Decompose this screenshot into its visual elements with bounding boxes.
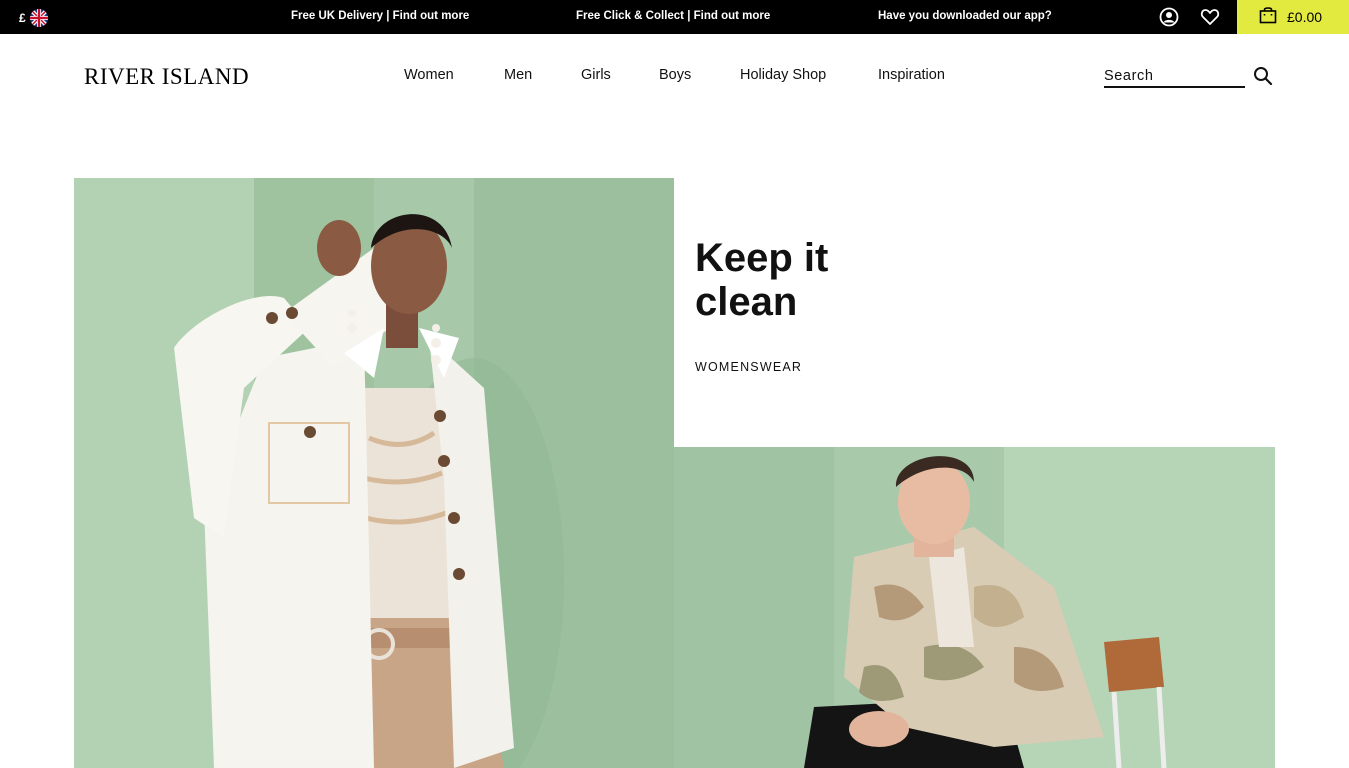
- womenswear-link[interactable]: WOMENSWEAR: [695, 360, 802, 374]
- nav-women[interactable]: Women: [404, 67, 454, 83]
- site-logo[interactable]: RIVER ISLAND: [84, 64, 249, 90]
- heart-icon[interactable]: [1200, 7, 1220, 27]
- nav-boys[interactable]: Boys: [659, 67, 691, 83]
- nav-girls[interactable]: Girls: [581, 67, 611, 83]
- account-icon[interactable]: [1159, 7, 1179, 27]
- nav-holiday-shop[interactable]: Holiday Shop: [740, 67, 826, 83]
- search-icon[interactable]: [1253, 66, 1273, 86]
- menswear-hero-image[interactable]: [674, 447, 1275, 768]
- bag-total: £0.00: [1287, 9, 1323, 25]
- shopping-bag-icon: [1259, 6, 1277, 29]
- search-input[interactable]: [1104, 66, 1245, 88]
- shopping-bag-button[interactable]: £0.00: [1237, 0, 1349, 34]
- promo-free-delivery[interactable]: Free UK Delivery | Find out more: [291, 10, 469, 22]
- womenswear-hero-image[interactable]: [74, 178, 674, 768]
- hero-title-line-1: Keep it: [695, 236, 829, 280]
- nav-men[interactable]: Men: [504, 67, 532, 83]
- currency-symbol: £: [19, 11, 26, 25]
- top-promo-bar: £ Free UK Delivery | Find out more Free …: [0, 0, 1349, 34]
- promo-click-collect[interactable]: Free Click & Collect | Find out more: [576, 10, 770, 22]
- hero-title-line-2: clean: [695, 280, 798, 324]
- search-bar: [1104, 64, 1276, 90]
- uk-flag-icon: [29, 9, 48, 27]
- nav-inspiration[interactable]: Inspiration: [878, 67, 945, 83]
- hero-title: Keep it clean: [695, 236, 995, 324]
- promo-download-app[interactable]: Have you downloaded our app?: [878, 10, 1052, 22]
- currency-selector[interactable]: £: [19, 9, 48, 27]
